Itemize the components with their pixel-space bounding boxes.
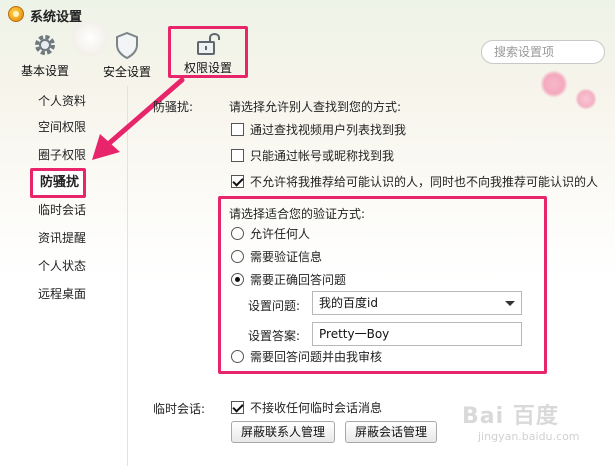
toolbar-permission-settings[interactable]: 权限设置 xyxy=(168,26,248,78)
option-no-recommend[interactable]: 不允许将我推荐给可能认识的人，同时也不向我推荐可能认识的人 xyxy=(231,172,598,190)
window-title: 系统设置 xyxy=(30,10,83,25)
toolbar-basic-label: 基本设置 xyxy=(20,64,69,78)
sidebar-item-news-alert[interactable]: 资讯提醒 xyxy=(0,225,128,251)
anti-harass-section-label: 防骚扰: xyxy=(153,100,194,114)
answer-input[interactable]: Pretty一Boy xyxy=(312,322,522,346)
option-label: 只能通过帐号或昵称找到我 xyxy=(250,148,395,163)
block-session-button[interactable]: 屏蔽会话管理 xyxy=(345,421,437,443)
search-input[interactable]: 搜索设置项 xyxy=(481,40,605,64)
sidebar-item-personal-status[interactable]: 个人状态 xyxy=(0,253,128,279)
question-select[interactable]: 我的百度id xyxy=(312,291,522,315)
radio-button[interactable] xyxy=(231,226,244,240)
option-label: 需要验证信息 xyxy=(250,249,323,264)
baidu-watermark-url: jingyan.baidu.com xyxy=(478,430,580,443)
question-value: 我的百度id xyxy=(319,296,378,310)
title-bar: 系统设置 xyxy=(0,0,615,30)
toolbar-permission-label: 权限设置 xyxy=(183,61,232,75)
chevron-down-icon[interactable] xyxy=(505,301,515,306)
radio-button-selected[interactable] xyxy=(231,272,244,286)
verify-method-prompt: 请选择适合您的验证方式: xyxy=(229,207,366,221)
option-reject-temp-session[interactable]: 不接收任何临时会话消息 xyxy=(231,398,382,416)
background-decoration xyxy=(540,70,568,98)
option-label: 需要回答问题并由我审核 xyxy=(250,349,383,364)
sidebar-item-circle-permission[interactable]: 圈子权限 xyxy=(0,142,128,168)
verify-option-need-message[interactable]: 需要验证信息 xyxy=(231,247,322,265)
option-label: 不允许将我推荐给可能认识的人，同时也不向我推荐可能认识的人 xyxy=(250,174,599,189)
option-label: 允许任何人 xyxy=(250,226,311,241)
question-label: 设置问题: xyxy=(248,299,301,313)
find-me-prompt: 请选择允许别人查找到您的方式: xyxy=(229,100,402,114)
toolbar-security-settings[interactable]: 安全设置 xyxy=(96,32,158,80)
checkbox-checked[interactable] xyxy=(231,174,244,188)
option-label: 通过查找视频用户列表找到我 xyxy=(250,122,407,137)
radio-button[interactable] xyxy=(231,249,244,263)
sidebar-item-space-permission[interactable]: 空间权限 xyxy=(0,114,128,140)
option-find-via-account-only[interactable]: 只能通过帐号或昵称找到我 xyxy=(231,146,394,164)
verify-option-answer-and-review[interactable]: 需要回答问题并由我审核 xyxy=(231,347,382,365)
option-label: 不接收任何临时会话消息 xyxy=(250,400,383,415)
sidebar-item-remote-desktop[interactable]: 远程桌面 xyxy=(0,281,128,307)
sidebar: 个人资料 空间权限 圈子权限 防骚扰 临时会话 资讯提醒 个人状态 远程桌面 xyxy=(0,86,128,466)
option-find-via-video-list[interactable]: 通过查找视频用户列表找到我 xyxy=(231,120,406,138)
baidu-watermark: Bai 百度 xyxy=(462,404,559,429)
answer-label: 设置答案: xyxy=(248,329,301,343)
settings-window: 系统设置 基本设置 安全设置 权限设置 搜索设置项 个人资料 空间权限 圈子权限… xyxy=(0,0,615,466)
verify-option-correct-answer[interactable]: 需要正确回答问题 xyxy=(231,270,346,288)
background-decoration xyxy=(575,88,597,110)
block-contacts-button[interactable]: 屏蔽联系人管理 xyxy=(231,421,335,443)
app-logo-icon xyxy=(8,6,24,22)
checkbox-checked[interactable] xyxy=(231,400,244,414)
sidebar-item-anti-harassment[interactable]: 防骚扰 xyxy=(30,168,86,198)
verify-option-anyone[interactable]: 允许任何人 xyxy=(231,224,310,242)
gear-icon xyxy=(35,35,55,55)
shield-icon xyxy=(116,32,138,59)
unlock-icon xyxy=(197,33,220,55)
checkbox[interactable] xyxy=(231,122,244,136)
toolbar-security-label: 安全设置 xyxy=(102,65,151,79)
option-label: 需要正确回答问题 xyxy=(250,272,347,287)
temp-session-section-label: 临时会话: xyxy=(153,402,206,416)
sidebar-item-profile[interactable]: 个人资料 xyxy=(0,88,128,114)
sidebar-item-temp-session[interactable]: 临时会话 xyxy=(0,197,128,223)
checkbox[interactable] xyxy=(231,148,244,162)
toolbar-basic-settings[interactable]: 基本设置 xyxy=(14,32,76,79)
radio-button[interactable] xyxy=(231,349,244,363)
